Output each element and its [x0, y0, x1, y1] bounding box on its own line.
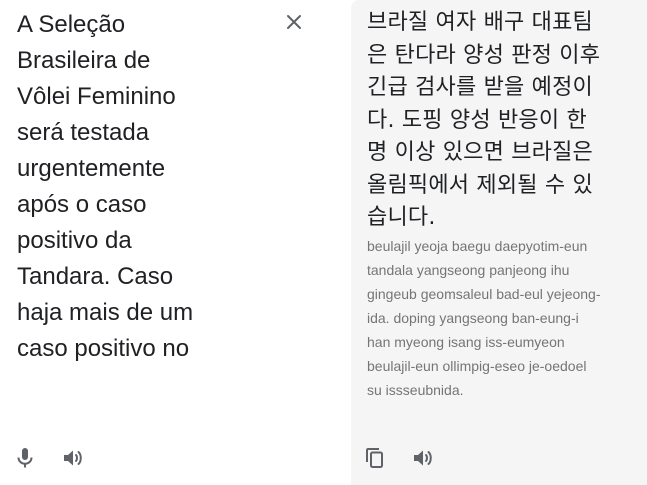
speaker-icon [61, 446, 85, 470]
copy-icon [363, 446, 387, 470]
copy-translation-button[interactable] [362, 445, 388, 471]
source-actions [12, 444, 86, 472]
romanization-text: beulajil yeoja baegu daepyotim-eun tanda… [367, 238, 601, 398]
microphone-icon [13, 446, 37, 470]
listen-translation-button[interactable] [410, 445, 436, 471]
source-panel: A Seleção Brasileira de Vôlei Feminino s… [0, 0, 350, 485]
translation-output: 브라질 여자 배구 대표팀 은 탄다라 양성 판정 이후 긴급 검사를 받을 예… [367, 10, 601, 230]
close-icon [282, 15, 306, 38]
voice-input-button[interactable] [12, 445, 38, 471]
speaker-icon [411, 446, 435, 470]
clear-source-button[interactable] [282, 10, 306, 34]
target-actions [362, 444, 436, 472]
target-panel: 브라질 여자 배구 대표팀 은 탄다라 양성 판정 이후 긴급 검사를 받을 예… [351, 0, 647, 485]
source-text-input[interactable]: A Seleção Brasileira de Vôlei Feminino s… [17, 7, 257, 363]
listen-source-button[interactable] [60, 445, 86, 471]
translate-app: A Seleção Brasileira de Vôlei Feminino s… [0, 0, 647, 485]
